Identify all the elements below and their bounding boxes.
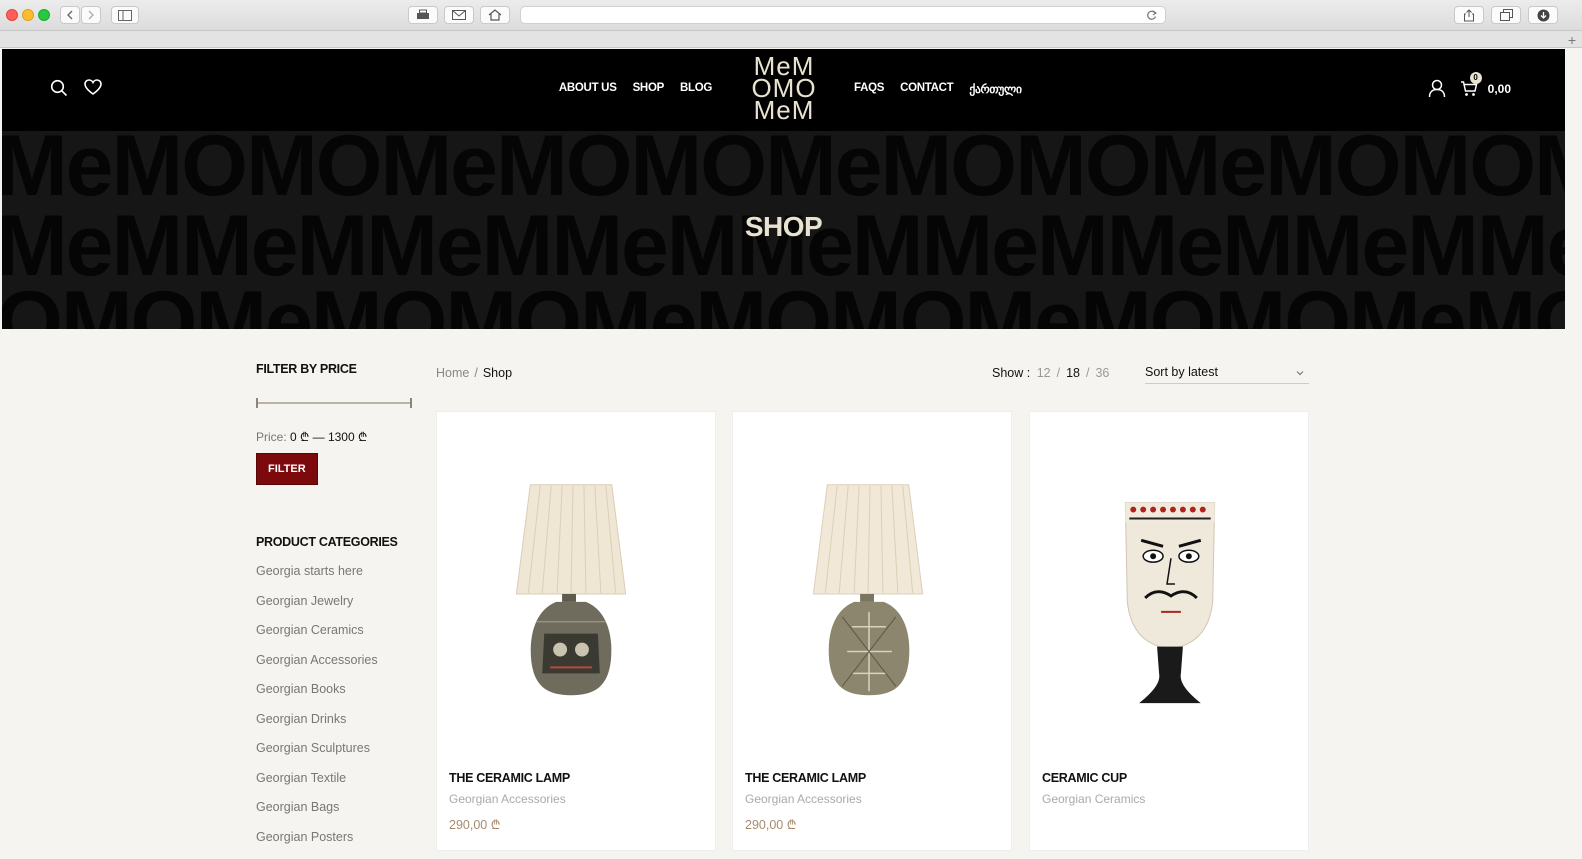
category-link[interactable]: Georgian Jewelry <box>256 594 416 624</box>
nav-about-us[interactable]: ABOUT US <box>559 82 617 94</box>
per-page-selector: Show : 12 / 18 / 36 <box>992 366 1112 380</box>
home-icon <box>488 9 502 21</box>
breadcrumb-separator: / <box>474 366 477 380</box>
category-list: Georgia starts here Georgian Jewelry Geo… <box>256 564 416 859</box>
tabs-icon <box>1500 9 1513 21</box>
ceramic-cup-image[interactable] <box>1030 412 1308 762</box>
back-button[interactable] <box>60 6 80 24</box>
tab-strip <box>0 31 1582 48</box>
print-button[interactable] <box>408 6 438 24</box>
category-link[interactable]: Georgian Posters <box>256 830 416 859</box>
breadcrumb-current: Shop <box>483 366 512 380</box>
product-name[interactable]: CERAMIC CUP <box>1042 771 1127 785</box>
cart-total: 0,00 <box>1488 82 1511 96</box>
forward-button[interactable] <box>81 6 101 24</box>
new-tab-button[interactable]: + <box>1568 32 1576 48</box>
reload-icon[interactable] <box>1146 10 1157 21</box>
page-hero: MeMOMOMeMOMOMeMOMOMeMOMOMeMOMOMeMOMOMeMO… <box>2 131 1565 329</box>
slider-max-handle[interactable] <box>410 398 412 408</box>
filter-button[interactable]: FILTER <box>256 453 318 485</box>
browser-toolbar <box>0 0 1582 31</box>
per-page-separator: / <box>1086 366 1089 380</box>
tabs-overview-button[interactable] <box>1491 6 1521 24</box>
product-card[interactable]: THE CERAMIC LAMP Georgian Accessories 29… <box>732 411 1012 851</box>
price-label: Price: <box>256 430 287 444</box>
main-nav-left: ABOUT US SHOP BLOG <box>559 82 712 94</box>
site-header: ABOUT US SHOP BLOG MeM OMO MeM FAQS CONT… <box>2 49 1565 131</box>
nav-shop[interactable]: SHOP <box>633 82 664 94</box>
nav-language-georgian[interactable]: ქართული <box>969 82 1021 96</box>
chevron-right-icon <box>86 10 96 20</box>
heart-icon[interactable] <box>84 79 102 96</box>
per-page-label: Show : <box>992 366 1030 380</box>
per-page-separator: / <box>1057 366 1060 380</box>
envelope-icon <box>452 10 466 20</box>
per-page-option[interactable]: 18 <box>1066 366 1080 380</box>
shop-sidebar: FILTER BY PRICE Price: 0 ₾ — 1300 ₾ FILT… <box>256 362 416 859</box>
maximize-window-button[interactable] <box>38 9 50 21</box>
price-range-readout: Price: 0 ₾ — 1300 ₾ <box>256 428 416 445</box>
ceramic-lamp-image[interactable] <box>733 412 1011 762</box>
breadcrumb: Home / Shop <box>436 366 512 380</box>
product-name[interactable]: THE CERAMIC LAMP <box>745 771 866 785</box>
nav-contact[interactable]: CONTACT <box>900 82 953 96</box>
categories-title: PRODUCT CATEGORIES <box>256 535 416 549</box>
ceramic-lamp-image[interactable] <box>437 412 715 762</box>
category-link[interactable]: Georgian Books <box>256 682 416 712</box>
mail-button[interactable] <box>444 6 474 24</box>
slider-min-handle[interactable] <box>256 398 258 408</box>
category-link[interactable]: Georgian Bags <box>256 800 416 830</box>
chevron-left-icon <box>65 10 75 20</box>
category-link[interactable]: Georgian Sculptures <box>256 741 416 771</box>
product-category[interactable]: Georgian Accessories <box>745 792 862 806</box>
per-page-option[interactable]: 36 <box>1095 366 1109 380</box>
product-price: 290,00 ₾ <box>449 816 500 833</box>
category-link[interactable]: Georgian Ceramics <box>256 623 416 653</box>
price-range-slider[interactable] <box>256 398 412 408</box>
download-icon <box>1537 9 1550 22</box>
page-title: SHOP <box>2 211 1565 243</box>
site-logo[interactable]: MeM OMO MeM <box>748 55 820 121</box>
category-link[interactable]: Georgia starts here <box>256 564 416 594</box>
address-bar[interactable] <box>520 6 1166 24</box>
sort-selected: Sort by latest <box>1145 365 1218 379</box>
product-name[interactable]: THE CERAMIC LAMP <box>449 771 570 785</box>
sort-select[interactable]: Sort by latest <box>1145 365 1309 384</box>
product-card[interactable]: THE CERAMIC LAMP Georgian Accessories 29… <box>436 411 716 851</box>
category-link[interactable]: Georgian Drinks <box>256 712 416 742</box>
product-category[interactable]: Georgian Ceramics <box>1042 792 1145 806</box>
filter-price-title: FILTER BY PRICE <box>256 362 416 376</box>
nav-blog[interactable]: BLOG <box>680 82 712 94</box>
per-page-option[interactable]: 12 <box>1037 366 1051 380</box>
chevron-down-icon <box>1295 368 1305 378</box>
product-price: 290,00 ₾ <box>745 816 796 833</box>
cart-count-badge: 0 <box>1470 72 1482 84</box>
cart-button[interactable]: 0 0,00 <box>1460 80 1511 97</box>
logo-line: MeM <box>748 99 820 121</box>
downloads-button[interactable] <box>1528 6 1558 24</box>
printer-icon <box>416 9 430 21</box>
minimize-window-button[interactable] <box>22 9 34 21</box>
nav-faqs[interactable]: FAQS <box>854 82 884 96</box>
slider-track <box>256 402 412 404</box>
breadcrumb-home[interactable]: Home <box>436 366 469 380</box>
home-button[interactable] <box>480 6 510 24</box>
sidebar-toggle-button[interactable] <box>111 6 139 24</box>
product-card[interactable]: CERAMIC CUP Georgian Ceramics <box>1029 411 1309 851</box>
sidebar-icon <box>118 10 132 21</box>
main-nav-right: FAQS CONTACT ქართული <box>854 82 1022 96</box>
close-window-button[interactable] <box>6 9 18 21</box>
category-link[interactable]: Georgian Textile <box>256 771 416 801</box>
hero-pattern-row: OMOMeMOMOMeMOMOMeMOMOMeMOMOMeMOMOMeMOMOM… <box>2 279 1565 329</box>
category-link[interactable]: Georgian Accessories <box>256 653 416 683</box>
user-icon[interactable] <box>1428 79 1446 98</box>
share-button[interactable] <box>1454 6 1484 24</box>
search-icon[interactable] <box>50 79 68 97</box>
share-icon <box>1463 9 1475 22</box>
price-value: 0 ₾ — 1300 ₾ <box>290 430 367 444</box>
product-category[interactable]: Georgian Accessories <box>449 792 566 806</box>
